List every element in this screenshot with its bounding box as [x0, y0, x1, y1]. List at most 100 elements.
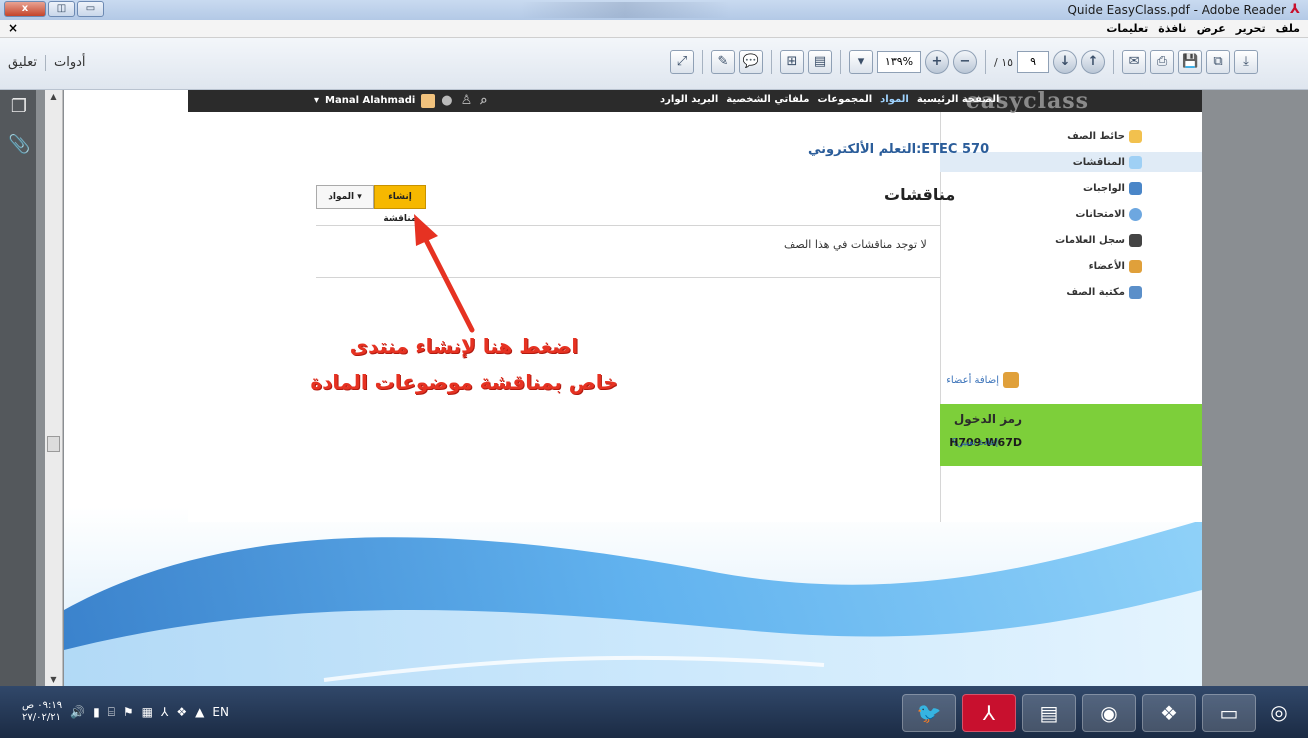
menu-view[interactable]: عرض — [1197, 22, 1226, 35]
avatar[interactable] — [421, 93, 436, 108]
side-item-assignments[interactable]: الواجبات — [1083, 178, 1142, 198]
signal-icon[interactable]: ▮ — [93, 705, 100, 719]
empty-state-message: لا توجد مناقشات في هذا الصف — [784, 238, 927, 251]
add-members-link[interactable]: إضافة أعضاء — [946, 372, 1019, 388]
menu-edit[interactable]: تحرير — [1236, 22, 1266, 35]
restore-window-button[interactable]: ◫ — [48, 1, 75, 17]
reset-code-link[interactable]: إعادة تعيين؟ — [952, 438, 998, 448]
scroll-thumb[interactable] — [47, 436, 60, 452]
materials-dropdown-button[interactable]: المواد ▾ — [316, 185, 374, 209]
open-file-icon[interactable]: ⤓ — [1234, 50, 1259, 74]
scroll-up-icon[interactable]: ▲ — [47, 92, 60, 101]
site-nav: الصفحة الرئيسية المواد المجموعات ملفاتي … — [660, 94, 999, 105]
page-number-input[interactable]: ٩ — [1017, 51, 1050, 73]
network-icon[interactable]: ⌸ — [108, 705, 115, 720]
taskbar-app-chrome-icon[interactable]: ◉ — [1082, 694, 1136, 732]
annotation-line-1: اضغط هنا لإنشاء منتدى — [349, 334, 579, 358]
page-total: / ١٥ — [994, 55, 1014, 69]
nav-materials[interactable]: المواد — [880, 94, 909, 105]
fit-width-icon[interactable]: ▤ — [808, 50, 832, 74]
attachments-icon[interactable]: 📎 — [8, 134, 30, 156]
fit-page-icon[interactable]: ⊞ — [780, 50, 804, 74]
side-item-gradebook[interactable]: سجل العلامات — [1055, 230, 1142, 250]
class-side-menu: حائط الصف المناقشات الواجبات الامتحانات … — [940, 112, 1202, 522]
clock-date: ٢٧/٠٢/٢١ — [22, 712, 61, 723]
highlight-icon[interactable]: ✎ — [711, 50, 735, 74]
notifications-icon[interactable]: ● — [441, 93, 452, 108]
create-pdf-icon[interactable]: ⧉ — [1206, 50, 1231, 74]
sticky-note-icon[interactable]: 💬 — [739, 50, 763, 74]
zoom-input[interactable]: ١٣٩% — [877, 51, 921, 73]
pdf-page: easyclass الصفحة الرئيسية المواد المجموع… — [64, 90, 1202, 686]
show-hidden-icons-icon[interactable]: ▲ — [195, 705, 204, 719]
fullscreen-icon[interactable]: ⤢ — [670, 50, 694, 74]
divider — [1113, 50, 1115, 74]
vertical-scrollbar[interactable]: ▲ ▼ — [45, 90, 63, 686]
taskbar-app-bird-icon[interactable]: 🐦 — [902, 694, 956, 732]
taskbar-app-explorer-icon[interactable]: ▭ — [1202, 694, 1256, 732]
join-code-label: رمز الدخول — [953, 412, 1022, 426]
add-members-icon — [1003, 372, 1019, 388]
side-item-label: الواجبات — [1083, 182, 1125, 194]
class-wall-icon — [1129, 129, 1142, 143]
save-icon[interactable]: 💾 — [1178, 50, 1203, 74]
comment-pane-button[interactable]: تعليق — [8, 55, 37, 71]
menu-file[interactable]: ملف — [1276, 22, 1300, 35]
flag-icon[interactable]: ⚑ — [123, 705, 134, 719]
exams-icon — [1129, 207, 1142, 221]
email-icon[interactable]: ✉ — [1122, 50, 1147, 74]
create-discussion-button[interactable]: إنشاء مناقشة — [374, 185, 426, 224]
page-thumbnails-icon[interactable]: ❐ — [8, 96, 30, 118]
nav-groups[interactable]: المجموعات — [817, 94, 872, 105]
menu-window[interactable]: نافذة — [1158, 22, 1186, 35]
print-icon[interactable]: ⎙ — [1150, 50, 1175, 74]
user-menu-chevron-icon[interactable]: ▾ — [314, 95, 319, 106]
start-button-icon[interactable]: ◎ — [1252, 694, 1306, 732]
volume-icon[interactable]: 🔊 — [70, 705, 85, 719]
menu-bar: × ملف تحرير عرض نافذة تعليمات — [0, 20, 1308, 38]
divider — [316, 277, 940, 278]
taskbar-app-paint-icon[interactable]: ❖ — [1142, 694, 1196, 732]
join-code-box: رمز الدخول H709-W67D إعادة تعيين؟ — [940, 404, 1202, 466]
nav-home[interactable]: الصفحة الرئيسية — [917, 94, 1000, 105]
tools-pane-button[interactable]: أدوات — [54, 55, 86, 71]
side-item-exams[interactable]: الامتحانات — [1075, 204, 1142, 224]
acrobat-tray-icon[interactable]: ⅄ — [161, 705, 168, 719]
scroll-down-icon[interactable]: ▼ — [47, 675, 60, 684]
previous-page-icon[interactable]: ↑ — [1081, 50, 1106, 74]
language-indicator[interactable]: EN — [212, 705, 229, 719]
close-window-button[interactable]: x — [4, 1, 46, 17]
taskbar: ٠٩:١٩ ص ٢٧/٠٢/٢١ 🔊 ▮ ⌸ ⚑ ▦ ⅄ ❖ ▲ EN 🐦 ⅄ … — [0, 686, 1308, 738]
dropbox-icon[interactable]: ❖ — [176, 705, 187, 719]
discussions-icon — [1129, 155, 1142, 169]
side-item-label: حائط الصف — [1067, 130, 1125, 142]
nav-profile[interactable]: ملفاتي الشخصية — [726, 94, 809, 105]
minimize-window-button[interactable]: ▭ — [77, 1, 104, 17]
zoom-out-icon[interactable]: − — [953, 50, 977, 74]
divider — [771, 50, 772, 74]
side-item-class-wall[interactable]: حائط الصف — [1067, 126, 1142, 146]
zoom-dropdown-icon[interactable]: ▾ — [849, 50, 873, 74]
toolbar: تعليق أدوات ⤢ ✎ 💬 ⊞ ▤ ▾ ١٣٩% + − / ١٥ ٩ … — [0, 38, 1308, 90]
side-item-members[interactable]: الأعضاء — [1089, 256, 1142, 276]
nav-inbox[interactable]: البريد الوارد — [660, 94, 718, 105]
windows-icon[interactable]: ▦ — [142, 705, 153, 719]
side-item-class-library[interactable]: مكتبة الصف — [1066, 282, 1142, 302]
taskbar-app-adobe-reader-icon[interactable]: ⅄ — [962, 694, 1016, 732]
people-icon[interactable]: ♙ — [461, 93, 473, 108]
window-title: Quide EasyClass.pdf - Adobe Reader — [1067, 3, 1286, 17]
user-name[interactable]: Manal Alahmadi — [325, 95, 415, 106]
title-bar: x ◫ ▭ Quide EasyClass.pdf - Adobe Reader… — [0, 0, 1308, 20]
clock[interactable]: ٠٩:١٩ ص ٢٧/٠٢/٢١ — [22, 700, 62, 724]
divider — [316, 225, 940, 226]
add-members-label: إضافة أعضاء — [946, 374, 999, 386]
class-library-icon — [1129, 285, 1142, 299]
course-breadcrumb[interactable]: التعلم الألكتروني:ETEC 570 — [808, 142, 989, 157]
close-document-button[interactable]: × — [8, 21, 18, 35]
zoom-in-icon[interactable]: + — [925, 50, 949, 74]
search-icon[interactable]: ⌕ — [480, 93, 487, 108]
taskbar-app-calculator-icon[interactable]: ▤ — [1022, 694, 1076, 732]
menu-help[interactable]: تعليمات — [1106, 22, 1148, 35]
gradebook-icon — [1129, 233, 1142, 247]
next-page-icon[interactable]: ↓ — [1053, 50, 1078, 74]
